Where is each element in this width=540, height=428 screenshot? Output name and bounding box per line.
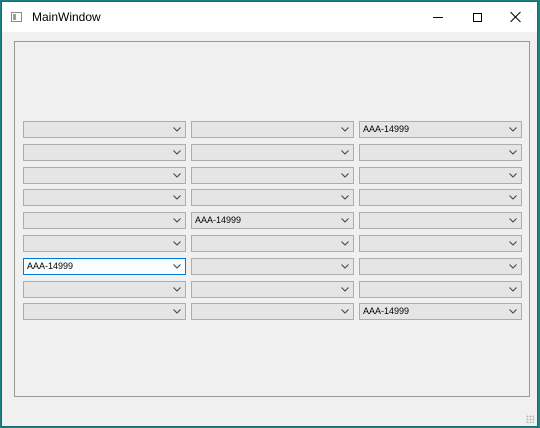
chevron-down-icon <box>341 173 349 178</box>
combo-box[interactable] <box>191 281 354 298</box>
window-title: MainWindow <box>32 10 101 24</box>
combo-box[interactable] <box>191 303 354 320</box>
combo-box[interactable] <box>23 212 186 229</box>
combo-box[interactable] <box>23 303 186 320</box>
combo-box[interactable] <box>23 167 186 184</box>
chevron-down-icon <box>509 287 517 292</box>
chevron-down-icon <box>173 241 181 246</box>
title-bar[interactable]: MainWindow <box>2 2 537 32</box>
chevron-down-icon <box>173 127 181 132</box>
central-frame: AAA-14999 AAA-14999 AAA-14999 AAA-14999 <box>14 41 530 397</box>
combo-box[interactable] <box>23 121 186 138</box>
chevron-down-icon <box>509 127 517 132</box>
chevron-down-icon <box>173 309 181 314</box>
chevron-down-icon <box>173 150 181 155</box>
chevron-down-icon <box>509 173 517 178</box>
close-icon <box>510 11 522 23</box>
combo-box[interactable] <box>191 144 354 161</box>
combo-box[interactable] <box>23 235 186 252</box>
combo-box[interactable] <box>359 281 522 298</box>
chevron-down-icon <box>341 309 349 314</box>
chevron-down-icon <box>173 218 181 223</box>
chevron-down-icon <box>509 218 517 223</box>
close-button[interactable] <box>499 2 533 32</box>
chevron-down-icon <box>509 309 517 314</box>
size-grip-icon[interactable] <box>526 415 534 423</box>
combo-box-value: AAA-14999 <box>363 124 410 134</box>
maximize-button[interactable] <box>460 2 494 32</box>
combo-box[interactable]: AAA-14999 <box>359 121 522 138</box>
chevron-down-icon <box>341 195 349 200</box>
chevron-down-icon <box>341 264 349 269</box>
chevron-down-icon <box>341 127 349 132</box>
chevron-down-icon <box>509 195 517 200</box>
combo-box-value: AAA-14999 <box>195 215 242 225</box>
chevron-down-icon <box>341 241 349 246</box>
maximize-icon <box>472 12 482 22</box>
chevron-down-icon <box>173 287 181 292</box>
combo-box[interactable] <box>191 235 354 252</box>
combo-box-value: AAA-14999 <box>27 261 74 271</box>
combo-box[interactable]: AAA-14999 <box>191 212 354 229</box>
chevron-down-icon <box>173 173 181 178</box>
app-window-icon <box>11 12 22 22</box>
chevron-down-icon <box>173 264 181 269</box>
chevron-down-icon <box>173 195 181 200</box>
combo-box[interactable] <box>359 212 522 229</box>
chevron-down-icon <box>341 150 349 155</box>
minimize-icon <box>433 16 443 18</box>
chevron-down-icon <box>341 218 349 223</box>
combo-box[interactable] <box>191 167 354 184</box>
combo-box[interactable] <box>359 144 522 161</box>
combo-box[interactable] <box>23 189 186 206</box>
combo-box-value: AAA-14999 <box>363 306 410 316</box>
combo-box[interactable]: AAA-14999 <box>359 303 522 320</box>
combo-box[interactable] <box>359 235 522 252</box>
combo-box[interactable] <box>191 258 354 275</box>
chevron-down-icon <box>341 287 349 292</box>
chevron-down-icon <box>509 241 517 246</box>
combo-box[interactable]: AAA-14999 <box>23 258 186 275</box>
chevron-down-icon <box>509 150 517 155</box>
combo-box[interactable] <box>191 189 354 206</box>
combo-box[interactable] <box>23 281 186 298</box>
combo-box[interactable] <box>191 121 354 138</box>
minimize-button[interactable] <box>421 2 455 32</box>
combo-box[interactable] <box>359 167 522 184</box>
combo-box[interactable] <box>23 144 186 161</box>
combo-box[interactable] <box>359 189 522 206</box>
main-window: MainWindow AAA-14999 AAA-14999 AAA-14999 AA… <box>1 1 538 427</box>
combo-box[interactable] <box>359 258 522 275</box>
chevron-down-icon <box>509 264 517 269</box>
